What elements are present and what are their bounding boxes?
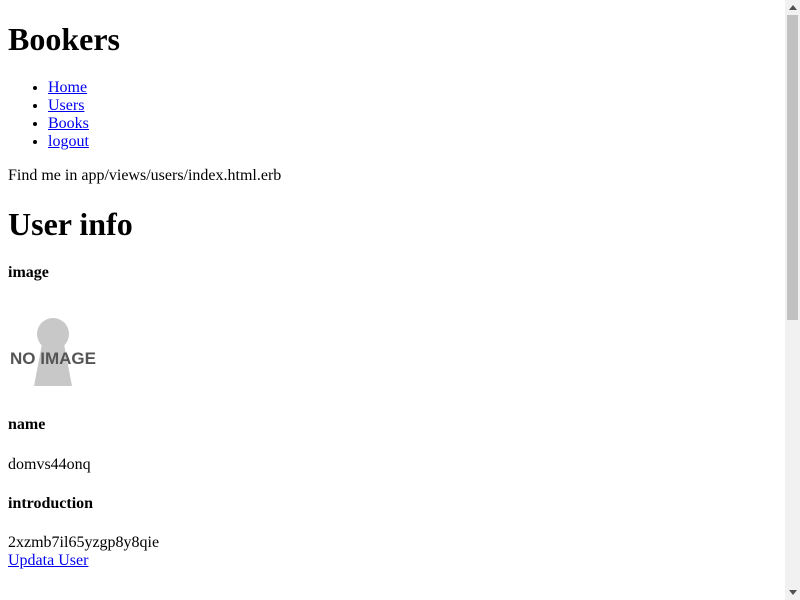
nav-link-users[interactable]: Users bbox=[48, 97, 84, 114]
site-title: Bookers bbox=[8, 21, 120, 57]
nav-item-home: Home bbox=[48, 79, 777, 97]
vertical-scrollbar[interactable] bbox=[785, 0, 800, 600]
scroll-down-button[interactable] bbox=[785, 585, 800, 600]
nav-link-logout[interactable]: logout bbox=[48, 133, 89, 150]
no-image-label: NO IMAGE bbox=[10, 349, 96, 368]
nav-link-home[interactable]: Home bbox=[48, 79, 87, 96]
user-introduction: 2xzmb7il65yzgp8y8qie bbox=[8, 534, 160, 551]
page-content: Bookers Home Users Books logout Find me … bbox=[0, 21, 785, 570]
triangle-down-icon bbox=[788, 590, 797, 595]
triangle-up-icon bbox=[788, 5, 797, 10]
no-image-placeholder-icon: NO IMAGE bbox=[10, 318, 96, 386]
nav-link-books[interactable]: Books bbox=[48, 115, 89, 132]
update-user-link[interactable]: Updata User bbox=[8, 552, 777, 570]
nav-item-books: Books bbox=[48, 115, 777, 133]
nav-item-users: Users bbox=[48, 97, 777, 115]
nav-item-logout: logout bbox=[48, 133, 777, 151]
scrollbar-thumb[interactable] bbox=[787, 15, 798, 320]
find-me-text: Find me in app/views/users/index.html.er… bbox=[8, 167, 282, 184]
image-heading: image bbox=[8, 264, 49, 281]
introduction-heading: introduction bbox=[8, 495, 94, 512]
name-heading: name bbox=[8, 416, 46, 433]
scroll-up-button[interactable] bbox=[785, 0, 800, 15]
profile-image: NO IMAGE bbox=[8, 304, 98, 394]
main-nav: Home Users Books logout bbox=[8, 79, 777, 151]
user-info-heading: User info bbox=[8, 206, 133, 242]
user-name: domvs44onq bbox=[8, 456, 91, 473]
page-viewport: Bookers Home Users Books logout Find me … bbox=[0, 0, 785, 600]
